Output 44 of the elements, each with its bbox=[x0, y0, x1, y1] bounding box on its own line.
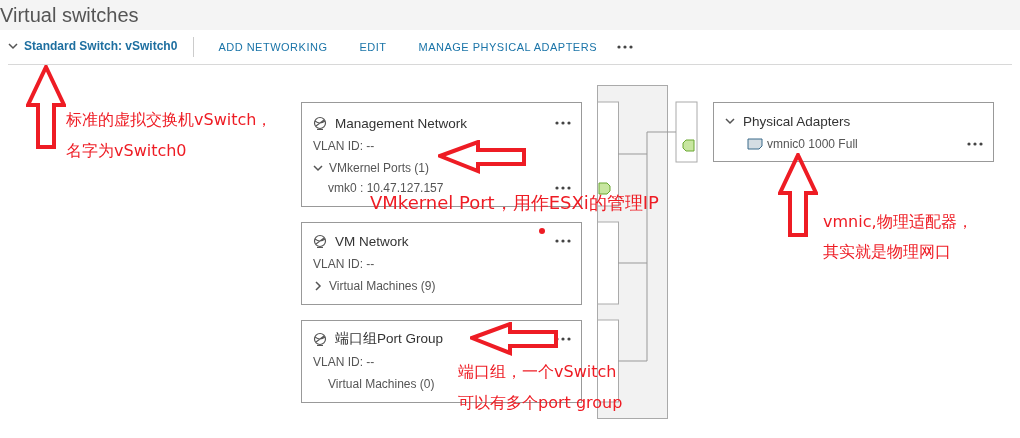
section-label[interactable]: VMkernel Ports (1) bbox=[329, 161, 430, 175]
network-icon bbox=[313, 116, 327, 130]
annotation-text: vmnic,物理适配器， bbox=[823, 211, 973, 233]
port-group-name: Management Network bbox=[335, 115, 469, 131]
more-icon[interactable] bbox=[555, 186, 571, 190]
more-icon[interactable] bbox=[617, 45, 633, 49]
port-group-name: 端口组Port Group bbox=[335, 330, 445, 348]
chevron-down-icon[interactable] bbox=[313, 163, 323, 173]
vlan-label: VLAN ID: -- bbox=[313, 354, 375, 371]
port-group-name: VM Network bbox=[335, 233, 410, 249]
network-icon bbox=[313, 332, 327, 346]
annotation-text: 标准的虚拟交换机vSwitch， bbox=[66, 109, 273, 131]
annotation-text: 端口组，一个vSwitch bbox=[458, 361, 617, 383]
adapter-label[interactable]: vmnic0 1000 Full bbox=[767, 137, 963, 151]
annotation-text: 名字为vSwitch0 bbox=[66, 140, 187, 162]
chevron-right-icon[interactable] bbox=[313, 281, 323, 291]
action-link[interactable]: MANAGE PHYSICAL ADAPTERS bbox=[402, 41, 613, 53]
annotation-text: 可以有多个port group bbox=[458, 392, 623, 414]
annotation-text: VMkernel Port，用作ESXi的管理IP bbox=[370, 193, 659, 213]
chevron-down-icon[interactable] bbox=[725, 116, 735, 126]
section-label[interactable]: Virtual Machines (9) bbox=[329, 279, 436, 293]
switch-toggle[interactable]: Standard Switch: vSwitch0 bbox=[8, 39, 182, 55]
adapters-title: Physical Adapters bbox=[743, 113, 852, 129]
section-label: Virtual Machines (0) bbox=[328, 377, 435, 391]
port-icon[interactable] bbox=[598, 182, 611, 195]
vlan-label: VLAN ID: -- bbox=[313, 138, 375, 155]
left-arrow-icon bbox=[438, 140, 526, 174]
more-icon[interactable] bbox=[555, 121, 571, 125]
vlan-label: VLAN ID: -- bbox=[313, 256, 375, 273]
marker-dot-icon bbox=[539, 228, 545, 234]
network-icon bbox=[313, 234, 327, 248]
left-arrow-icon bbox=[470, 322, 558, 356]
vmkernel-port[interactable]: vmk0 : 10.47.127.157 bbox=[328, 181, 549, 195]
action-link[interactable]: ADD NETWORKING bbox=[202, 41, 344, 53]
up-arrow-icon bbox=[778, 153, 818, 237]
network-card-icon bbox=[747, 138, 763, 150]
action-link[interactable]: EDIT bbox=[343, 41, 403, 53]
more-icon[interactable] bbox=[555, 239, 571, 243]
more-icon[interactable] bbox=[967, 142, 983, 146]
annotation-text: 其实就是物理网口 bbox=[823, 241, 951, 263]
chevron-down-icon[interactable] bbox=[8, 41, 18, 51]
page-title: Virtual switches bbox=[0, 3, 139, 27]
port-icon[interactable] bbox=[682, 139, 695, 152]
up-arrow-icon bbox=[26, 65, 66, 149]
